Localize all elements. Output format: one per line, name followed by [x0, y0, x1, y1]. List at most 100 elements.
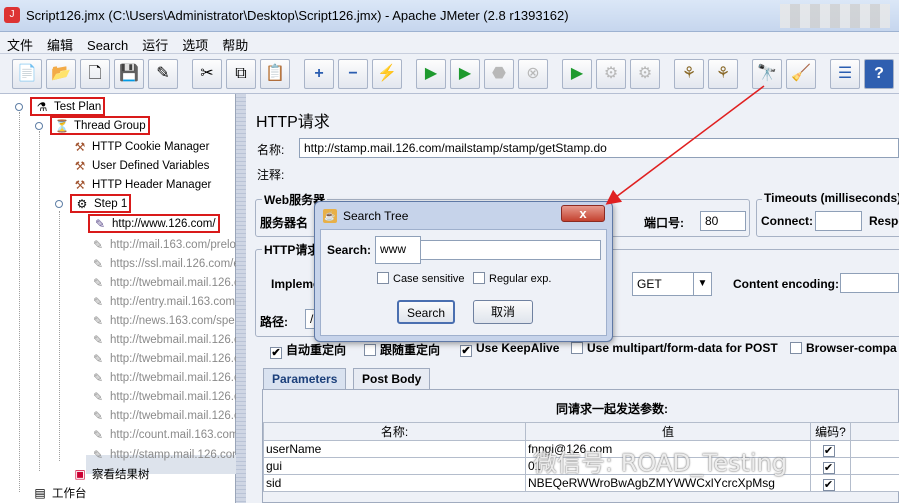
tree-item-request[interactable]: ✎ http://count.mail.163.com [90, 425, 239, 444]
checkbox-icon [790, 342, 802, 354]
param-name-cell[interactable]: sid [263, 474, 526, 492]
encoding-field[interactable] [840, 273, 899, 293]
tree-item-results-tree[interactable]: ▣ 察看结果树 [72, 464, 149, 483]
remote-stop-icon[interactable]: ⚙ [596, 59, 626, 89]
extra-cell [850, 440, 899, 458]
copy-icon[interactable]: ⧉ [226, 59, 256, 89]
open-icon[interactable]: 📂 [46, 59, 76, 89]
save-icon[interactable]: 💾 [114, 59, 144, 89]
cut-icon[interactable]: ✂ [192, 59, 222, 89]
start-no-pause-icon[interactable]: ▶ [450, 59, 480, 89]
response-label: Respo [869, 214, 899, 228]
column-header-value[interactable]: 值 [525, 422, 811, 441]
tree-item-request[interactable]: ✎ http://twebmail.mail.126.c [90, 406, 240, 425]
connect-timeout-field[interactable] [815, 211, 862, 231]
tab-parameters[interactable]: Parameters [263, 368, 347, 389]
tab-post-body[interactable]: Post Body [353, 368, 431, 389]
new-icon[interactable]: 📄 [12, 59, 42, 89]
expand-icon[interactable]: + [304, 59, 334, 89]
name-field[interactable]: http://stamp.mail.126.com/mailstamp/stam… [299, 138, 899, 158]
reset-search-icon[interactable]: 🧹 [786, 59, 816, 89]
title-bar: J Script126.jmx (C:\Users\Administrator\… [0, 0, 899, 32]
pipette-icon: ✎ [92, 237, 104, 252]
tree-item-request[interactable]: ✎ http://stamp.mail.126.com [90, 445, 242, 464]
remote-start-icon[interactable]: ▶ [562, 59, 592, 89]
toggle-icon[interactable]: ⚡ [372, 59, 402, 89]
tree-item-thread-group[interactable]: ⏳ Thread Group [50, 116, 150, 135]
help-icon[interactable]: ? [864, 59, 894, 89]
save-as-icon[interactable]: ✎ [148, 59, 178, 89]
config-element-icon: ⚒ [74, 177, 86, 192]
tree-item-user-vars[interactable]: ⚒ User Defined Variables [72, 156, 210, 175]
expand-toggle[interactable] [15, 103, 23, 111]
tree-item-step-1[interactable]: ⚙ Step 1 [70, 194, 132, 213]
tree-item-request[interactable]: ✎ http://twebmail.mail.126.c [90, 330, 240, 349]
param-name-cell[interactable]: gui [263, 457, 526, 475]
column-header-encode[interactable]: 编码? [810, 422, 851, 441]
start-icon[interactable]: ▶ [416, 59, 446, 89]
pipette-icon: ✎ [92, 408, 104, 423]
tree-item-request[interactable]: ✎ http://news.163.com/spe [90, 311, 235, 330]
tree-item-request-1[interactable]: ✎ http://www.126.com/ [88, 214, 220, 233]
checkbox-icon [377, 272, 389, 284]
stop-icon[interactable]: ⬣ [484, 59, 514, 89]
split-pane-divider[interactable] [236, 94, 246, 503]
option-browser-compatible[interactable]: Browser-compa [790, 341, 897, 355]
function-helper-icon[interactable]: ☰ [830, 59, 860, 89]
regular-exp-checkbox[interactable]: Regular exp. [473, 272, 551, 285]
menu-search[interactable]: Search [80, 35, 135, 56]
dialog-body: Search: www Case sensitive Regular exp. … [320, 229, 607, 336]
clear-icon[interactable]: ⚘ [674, 59, 704, 89]
encode-checkbox[interactable]: ✔ [810, 474, 851, 492]
remote-shutdown-icon[interactable]: ⚙ [630, 59, 660, 89]
jmeter-app-icon: J [4, 7, 20, 23]
encoding-label: Content encoding: [733, 277, 839, 291]
pipette-icon: ✎ [92, 275, 104, 290]
tree-item-request[interactable]: ✎ http://mail.163.com/preloa [90, 235, 242, 254]
tree-item-test-plan[interactable]: ⚗ Test Plan [30, 97, 106, 116]
encode-checkbox[interactable]: ✔ [810, 440, 851, 458]
option-auto-redirect[interactable]: ✔ 自动重定向 [270, 341, 346, 359]
option-keepalive[interactable]: ✔ Use KeepAlive [460, 341, 559, 357]
tree-item-request[interactable]: ✎ http://twebmail.mail.126.c [90, 387, 240, 406]
checkbox-icon: ✔ [822, 445, 835, 457]
transaction-controller-icon: ⚙ [76, 196, 88, 211]
close-icon[interactable]: 🗋 [80, 59, 110, 89]
flask-icon: ⚗ [36, 99, 48, 114]
clear-all-icon[interactable]: ⚘ [708, 59, 738, 89]
method-select[interactable]: GET ▼ [632, 272, 712, 296]
encode-checkbox[interactable]: ✔ [810, 457, 851, 475]
tree-item-request[interactable]: ✎ http://twebmail.mail.126.c [90, 273, 240, 292]
search-tree-dialog: ☕ Search Tree x Search: www Case sensiti… [314, 201, 613, 342]
expand-toggle[interactable] [55, 200, 63, 208]
search-input[interactable]: www [375, 236, 421, 264]
dialog-close-button[interactable]: x [561, 205, 605, 222]
close-icon: x [579, 206, 587, 221]
tree-item-cookie-manager[interactable]: ⚒ HTTP Cookie Manager [72, 137, 210, 156]
option-multipart[interactable]: Use multipart/form-data for POST [571, 341, 778, 355]
blurred-window-controls [780, 4, 890, 28]
case-sensitive-checkbox[interactable]: Case sensitive [377, 272, 465, 285]
port-field[interactable]: 80 [700, 211, 746, 231]
config-element-icon: ⚒ [74, 139, 86, 154]
tree-item-request[interactable]: ✎ http://twebmail.mail.126.c [90, 349, 240, 368]
collapse-icon[interactable]: − [338, 59, 368, 89]
tree-item-workbench[interactable]: ▤ 工作台 [32, 483, 86, 502]
workbench-icon: ▤ [34, 485, 46, 500]
search-input-extension[interactable] [421, 240, 601, 260]
paste-icon[interactable]: 📋 [260, 59, 290, 89]
tree-item-request[interactable]: ✎ https://ssl.mail.126.com/e [90, 254, 240, 273]
option-follow-redirects[interactable]: 跟随重定向 [364, 341, 440, 358]
cancel-button[interactable]: 取消 [473, 300, 533, 324]
tree-item-header-manager[interactable]: ⚒ HTTP Header Manager [72, 175, 212, 194]
checkbox-icon: ✔ [460, 345, 472, 357]
shutdown-icon[interactable]: ⊗ [518, 59, 548, 89]
column-header-name[interactable]: 名称: [263, 422, 526, 441]
expand-toggle[interactable] [35, 122, 43, 130]
tree-item-request[interactable]: ✎ http://twebmail.mail.126.c [90, 368, 240, 387]
search-button[interactable]: Search [397, 300, 455, 324]
tree-item-request[interactable]: ✎ http://entry.mail.163.com [90, 292, 235, 311]
param-name-cell[interactable]: userName [263, 440, 526, 458]
checkbox-icon: ✔ [822, 479, 835, 491]
search-icon[interactable]: 🔭 [752, 59, 782, 89]
